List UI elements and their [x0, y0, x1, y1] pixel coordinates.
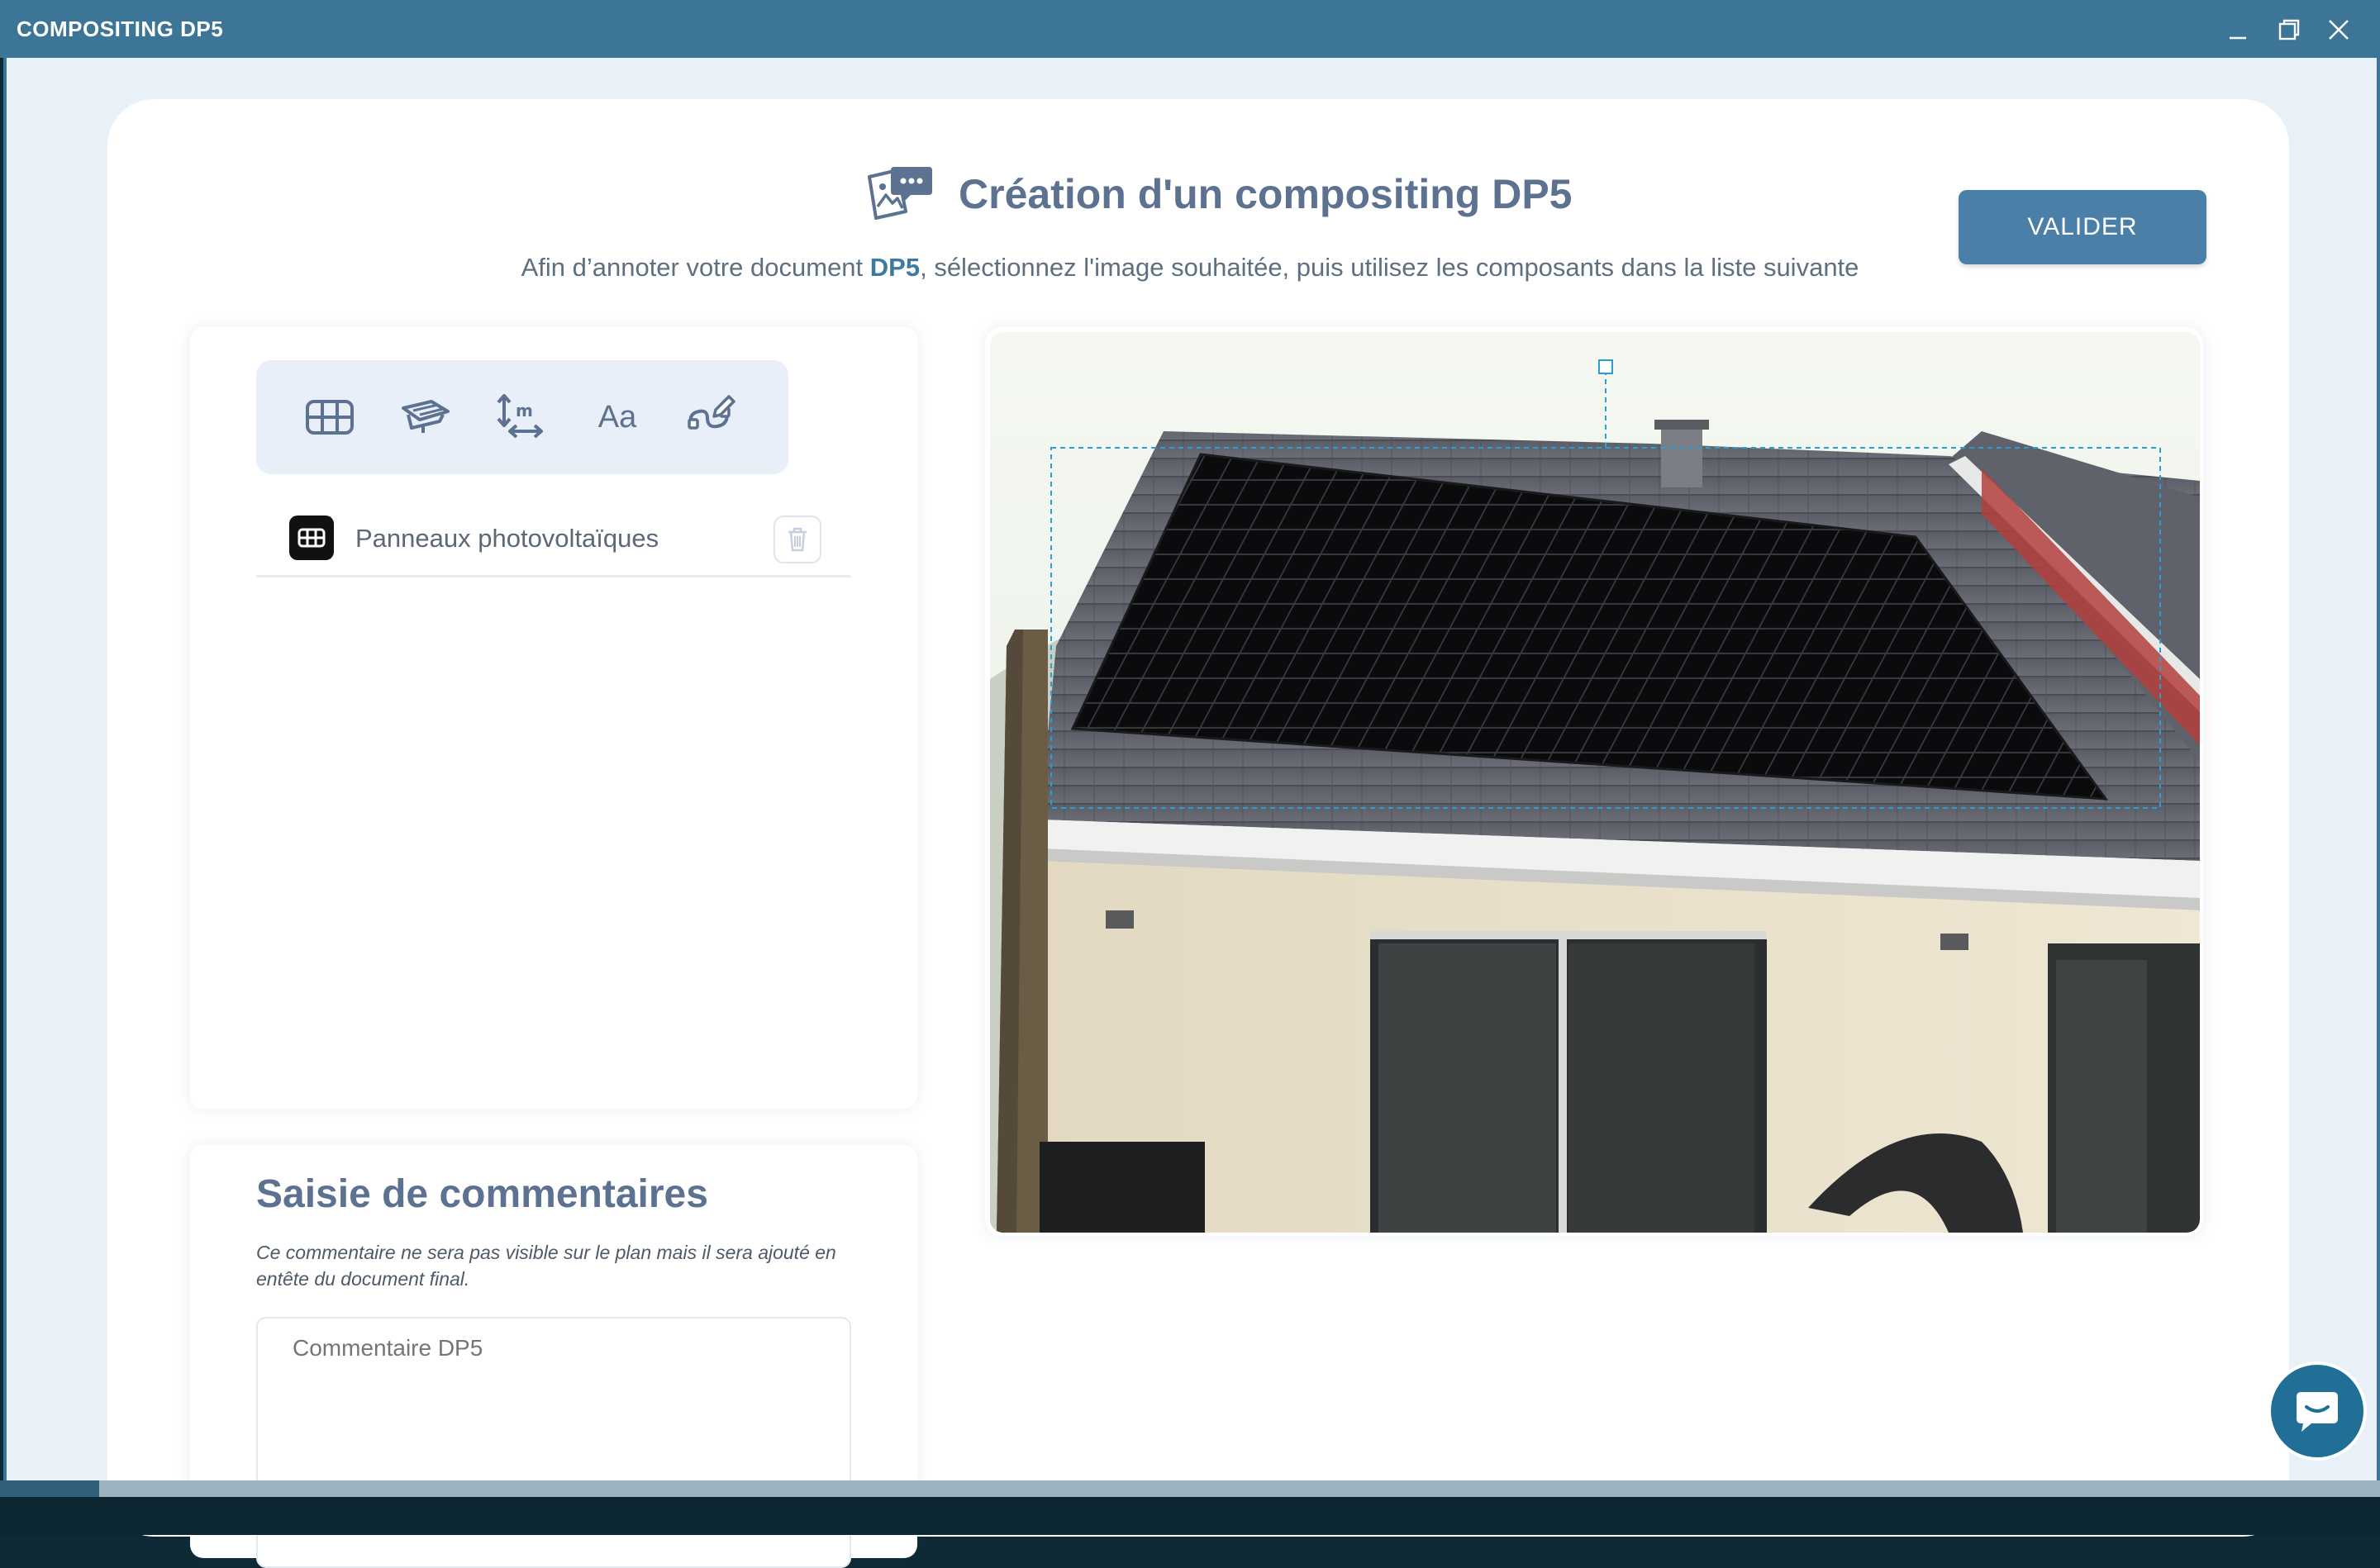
- close-icon[interactable]: [2324, 15, 2354, 45]
- text-tool[interactable]: Aa: [590, 390, 645, 444]
- window-title: COMPOSITING DP5: [17, 17, 224, 41]
- page-title: Création d'un compositing DP5: [959, 171, 1573, 217]
- text-icon: Aa: [597, 399, 637, 435]
- trash-icon: [788, 527, 807, 552]
- component-toolbar: m Aa: [256, 360, 788, 474]
- photo-annotation-icon: [864, 162, 934, 223]
- components-panel: m Aa Panneaux photovoltaïques: [190, 327, 917, 1109]
- minimize-icon[interactable]: [2223, 15, 2253, 45]
- delete-layer-button[interactable]: [774, 516, 821, 563]
- chat-bubble-icon: [2297, 1392, 2338, 1432]
- restore-icon[interactable]: [2274, 15, 2304, 45]
- house-photo-canvas[interactable]: [990, 332, 2200, 1233]
- layer-item[interactable]: Panneaux photovoltaïques: [256, 501, 851, 577]
- svg-text:m: m: [516, 401, 533, 421]
- roof-icon: [402, 400, 450, 433]
- validate-button[interactable]: VALIDER: [1959, 190, 2206, 264]
- grid-icon: [289, 516, 334, 560]
- subtitle-text-end: , sélectionnez l'image souhaitée, puis u…: [920, 253, 1859, 282]
- measure-tool[interactable]: m: [493, 390, 547, 444]
- roof-panel-tool[interactable]: [398, 390, 453, 444]
- window-titlebar: COMPOSITING DP5: [0, 0, 2380, 58]
- subtitle-text: Afin d’annoter votre document: [521, 253, 870, 282]
- house-photo: [990, 332, 2200, 1233]
- scroll-indicator: [0, 1480, 99, 1497]
- layer-label: Panneaux photovoltaïques: [355, 524, 659, 553]
- comments-note: Ce commentaire ne sera pas visible sur l…: [256, 1242, 836, 1290]
- comments-title: Saisie de commentaires: [256, 1172, 708, 1216]
- draw-tool[interactable]: [684, 390, 739, 444]
- pen-path-icon: [688, 395, 735, 430]
- subtitle-highlight: DP5: [869, 253, 921, 282]
- grid-icon: [306, 400, 354, 435]
- solar-panel-grid-tool[interactable]: [302, 390, 357, 444]
- window-bottom-border: [0, 1480, 2380, 1497]
- taskbar: [0, 1497, 2380, 1535]
- comment-field[interactable]: [291, 1333, 823, 1502]
- dimension-arrows-icon: m: [497, 394, 543, 439]
- chat-button[interactable]: [2268, 1361, 2367, 1461]
